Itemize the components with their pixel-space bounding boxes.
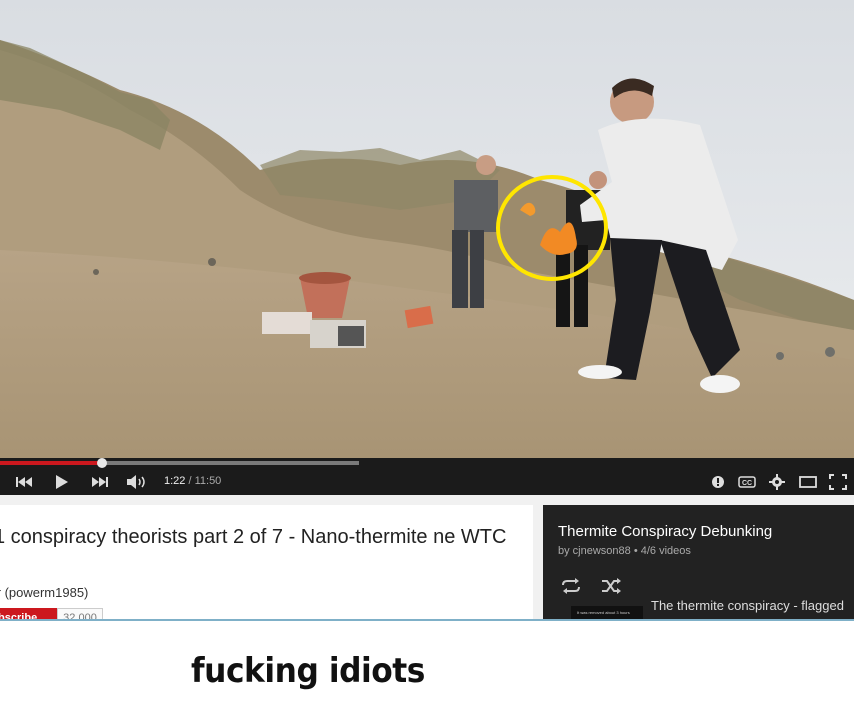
equipment-box (262, 312, 312, 334)
current-time: 1:22 (164, 475, 186, 487)
video-info-panel: g 9/11 conspiracy theorists part 2 of 7 … (0, 505, 533, 619)
repeat-icon[interactable] (560, 577, 582, 595)
captions-icon[interactable]: CC (736, 468, 758, 495)
video-scene (0, 0, 854, 458)
video-frame[interactable] (0, 0, 854, 458)
theater-mode-icon[interactable] (796, 468, 820, 495)
playlist-byline: by cjnewson88 • 4/6 videos (558, 545, 691, 557)
time-separator: / (185, 475, 195, 487)
subscribe-button[interactable]: Subscribe (0, 608, 60, 619)
scrubber-handle[interactable] (97, 458, 108, 468)
duration: 11:50 (194, 475, 222, 487)
playlist-item-thumbnail[interactable]: It was removed about 3 hours (571, 606, 643, 619)
fullscreen-icon[interactable] (826, 468, 850, 495)
playlist-panel: Thermite Conspiracy Debunking by cjnewso… (543, 505, 854, 619)
playlist-item-title[interactable]: The thermite conspiracy - flagged (651, 598, 844, 613)
previous-icon[interactable] (10, 468, 38, 495)
progress-bar[interactable] (0, 458, 854, 468)
meme-caption: fucking idiots (191, 651, 425, 691)
time-display: 1:22 / 11:50 (164, 468, 221, 495)
person-bystander (454, 180, 498, 232)
played-range (0, 461, 103, 465)
settings-icon[interactable] (766, 468, 788, 495)
next-icon[interactable] (86, 468, 114, 495)
thumbnail-text: It was removed about 3 hours (577, 610, 630, 615)
caption-area: fucking idiots (0, 621, 854, 720)
video-title: g 9/11 conspiracy theorists part 2 of 7 … (0, 526, 507, 548)
play-icon[interactable] (48, 468, 76, 495)
playlist-title[interactable]: Thermite Conspiracy Debunking (558, 523, 772, 540)
shuffle-icon[interactable] (600, 577, 622, 595)
channel-name[interactable]: s Power (powerm1985) (0, 585, 88, 600)
subscriber-count: 32,000 (57, 608, 103, 619)
player-controls: 1:22 / 11:50 CC (0, 468, 854, 495)
volume-icon[interactable] (122, 468, 152, 495)
svg-text:CC: CC (742, 480, 752, 487)
annotations-icon[interactable] (708, 468, 728, 495)
